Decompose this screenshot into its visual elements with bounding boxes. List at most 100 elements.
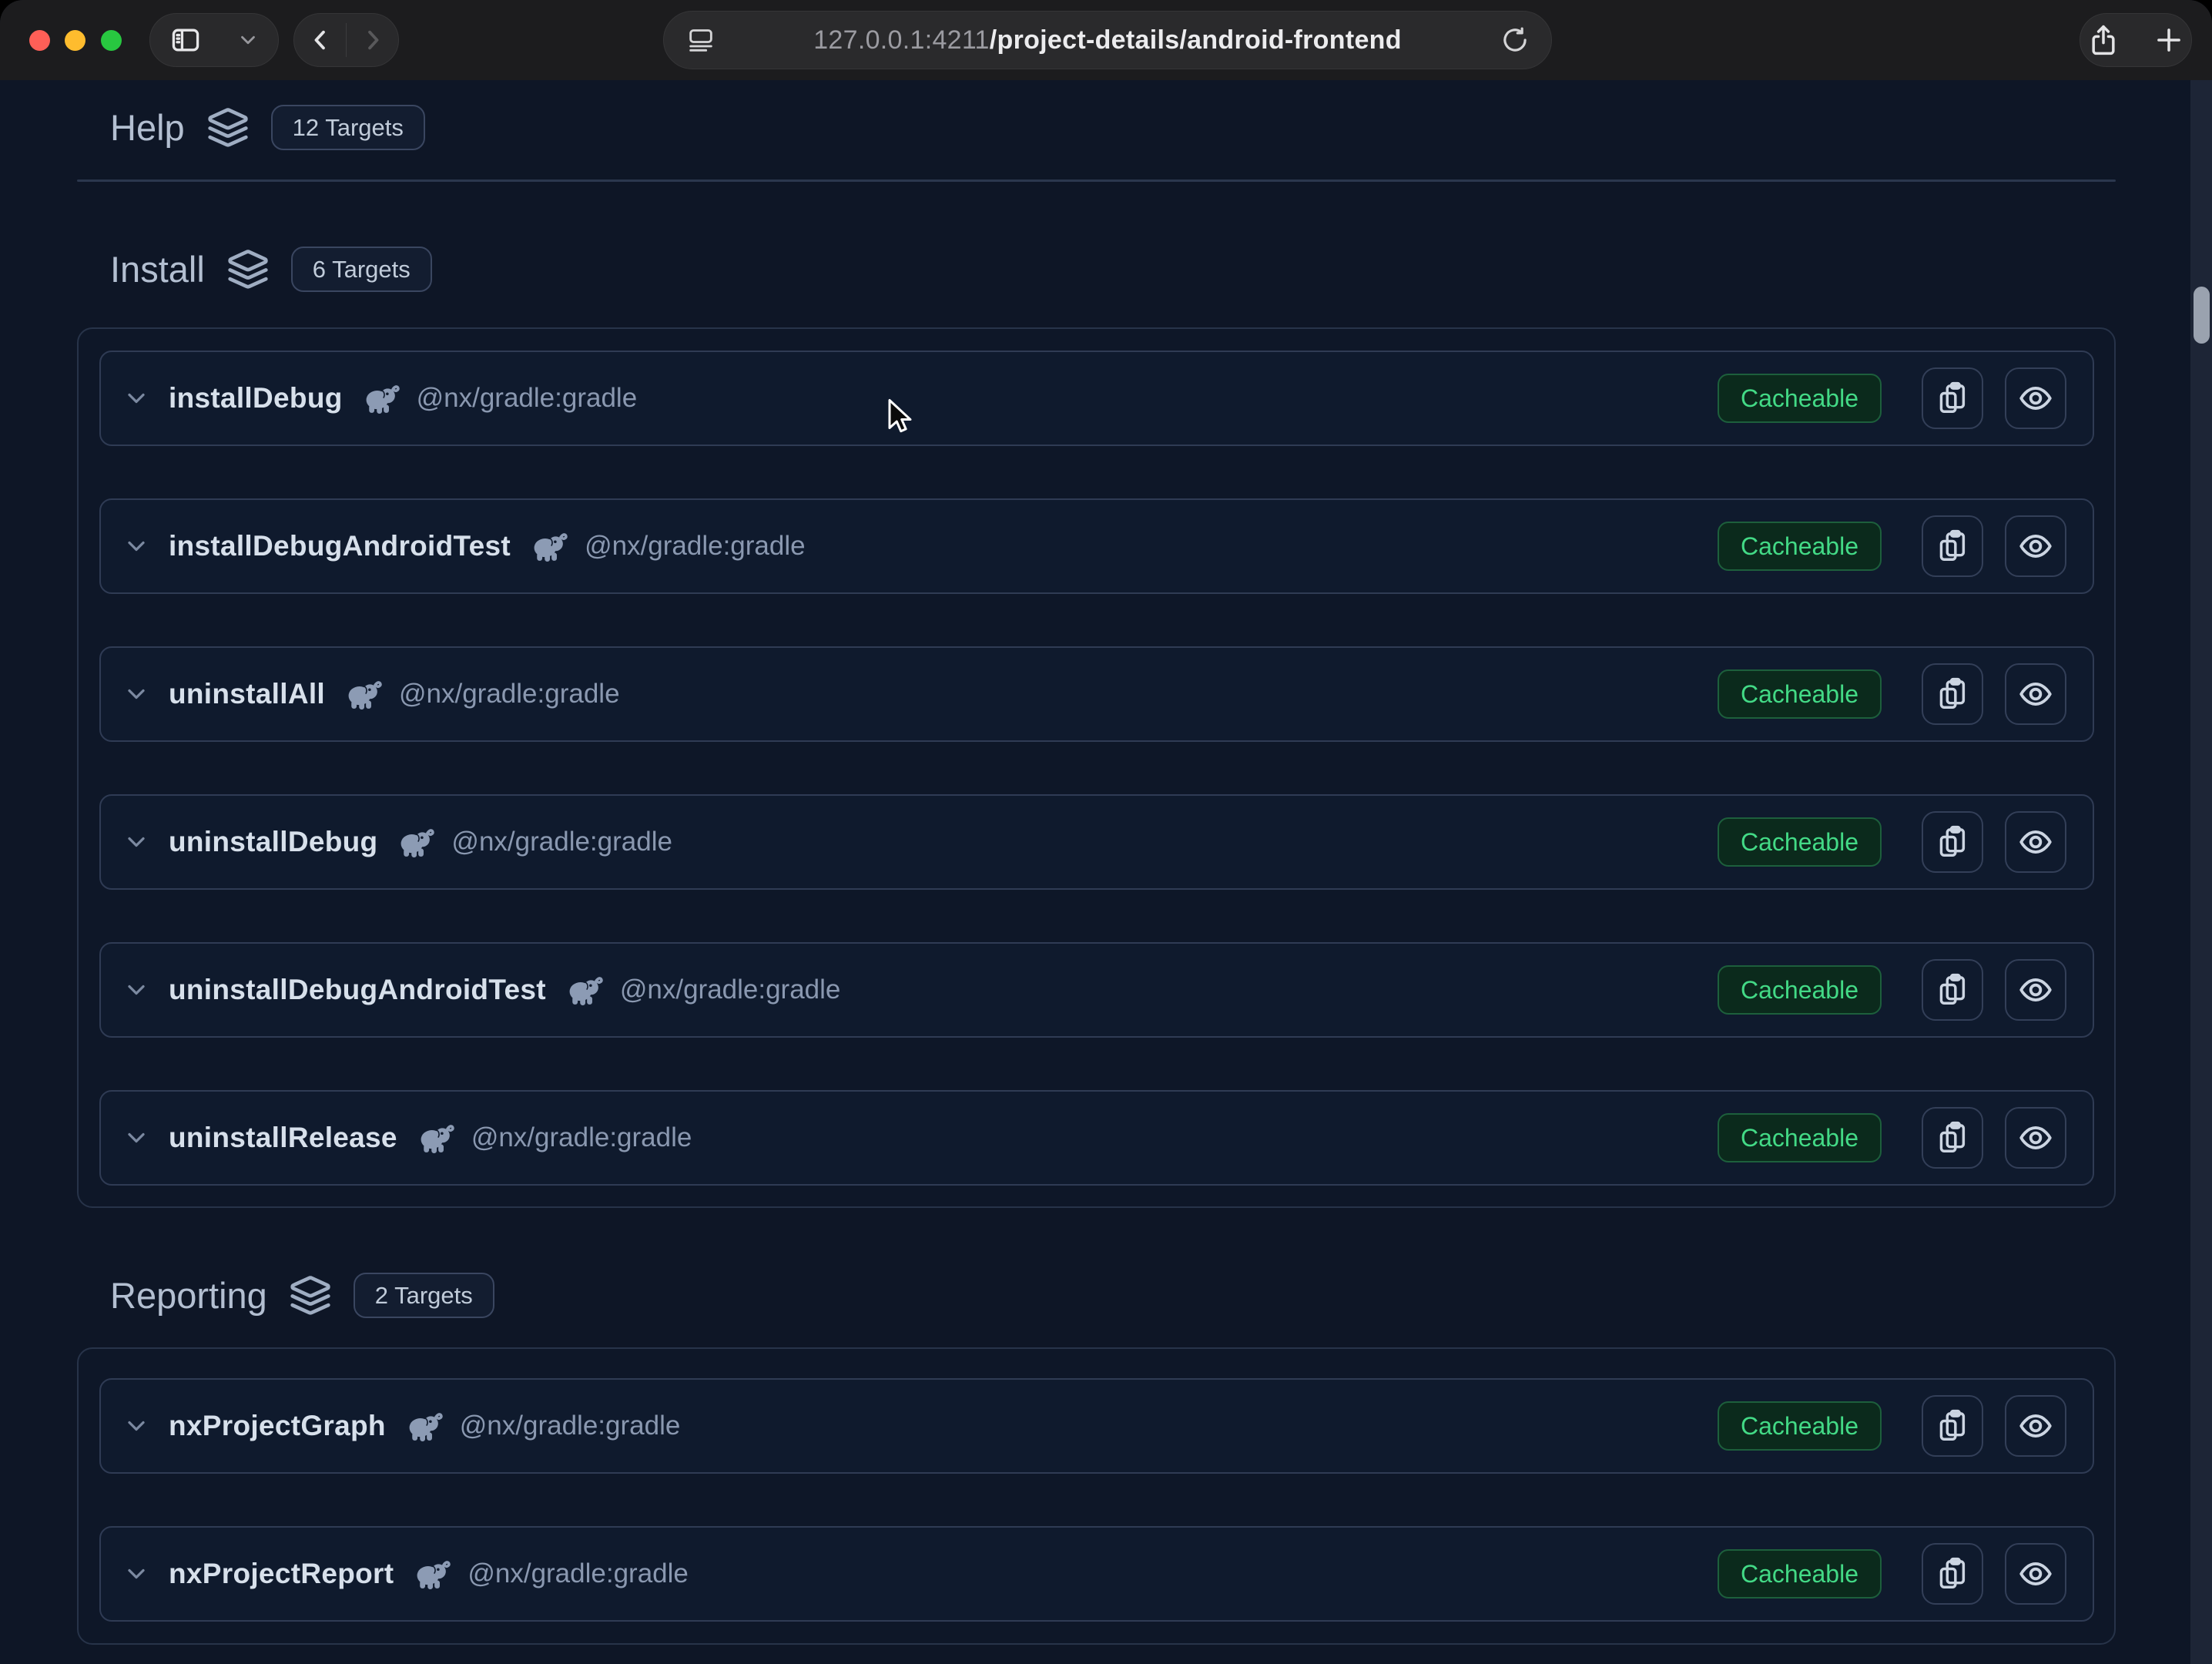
target-row-uninstallDebug[interactable]: uninstallDebug @nx/gradle:gradle Cacheab… xyxy=(99,794,2094,890)
target-name: nxProjectReport xyxy=(169,1558,394,1590)
minimize-window-button[interactable] xyxy=(65,30,85,51)
eye-icon xyxy=(2018,1120,2053,1156)
target-executor: @nx/gradle:gradle xyxy=(451,827,672,857)
view-target-button[interactable] xyxy=(2005,959,2066,1021)
targets-count-badge: 6 Targets xyxy=(291,247,432,292)
view-target-button[interactable] xyxy=(2005,663,2066,725)
back-button[interactable] xyxy=(294,14,346,66)
copy-command-button[interactable] xyxy=(1922,959,1983,1021)
view-target-button[interactable] xyxy=(2005,811,2066,873)
view-target-button[interactable] xyxy=(2005,1395,2066,1457)
section-title: Reporting xyxy=(110,1274,267,1317)
gradle-elephant-icon xyxy=(344,678,384,710)
cacheable-badge: Cacheable xyxy=(1718,374,1882,423)
url-text: 127.0.0.1:4211/project-details/android-f… xyxy=(813,25,1402,55)
share-icon[interactable] xyxy=(2086,23,2120,57)
copy-command-button[interactable] xyxy=(1922,811,1983,873)
target-executor: @nx/gradle:gradle xyxy=(417,383,638,414)
reload-icon[interactable] xyxy=(1500,25,1530,55)
layers-icon xyxy=(289,1274,332,1317)
cacheable-badge: Cacheable xyxy=(1718,1401,1882,1451)
cacheable-badge: Cacheable xyxy=(1718,965,1882,1015)
cacheable-badge: Cacheable xyxy=(1718,1113,1882,1162)
chevron-down-icon[interactable] xyxy=(122,1412,150,1440)
chevron-down-icon[interactable] xyxy=(122,1124,150,1152)
chevron-down-icon[interactable] xyxy=(122,680,150,708)
zoom-window-button[interactable] xyxy=(101,30,122,51)
copy-command-button[interactable] xyxy=(1922,367,1983,429)
cacheable-badge: Cacheable xyxy=(1718,669,1882,719)
section-title: Install xyxy=(110,248,205,290)
copy-icon xyxy=(1935,1556,1970,1592)
view-target-button[interactable] xyxy=(2005,1107,2066,1169)
target-name: uninstallDebug xyxy=(169,826,377,858)
target-name: uninstallAll xyxy=(169,678,325,710)
chevron-down-icon[interactable] xyxy=(122,976,150,1004)
forward-button[interactable] xyxy=(347,14,398,66)
copy-command-button[interactable] xyxy=(1922,1543,1983,1605)
cacheable-badge: Cacheable xyxy=(1718,522,1882,571)
view-target-button[interactable] xyxy=(2005,367,2066,429)
target-row-installDebugAndroidTest[interactable]: installDebugAndroidTest @nx/gradle:gradl… xyxy=(99,498,2094,594)
copy-icon xyxy=(1935,1408,1970,1444)
copy-command-button[interactable] xyxy=(1922,1395,1983,1457)
copy-command-button[interactable] xyxy=(1922,515,1983,577)
eye-icon xyxy=(2018,381,2053,416)
target-row-nxProjectGraph[interactable]: nxProjectGraph @nx/gradle:gradle Cacheab… xyxy=(99,1378,2094,1474)
copy-command-button[interactable] xyxy=(1922,1107,1983,1169)
sidebar-toggle-icon[interactable] xyxy=(169,23,203,57)
page-settings-icon[interactable] xyxy=(685,25,716,55)
nav-button-group xyxy=(293,13,399,67)
new-tab-icon[interactable] xyxy=(2153,24,2185,56)
layers-icon xyxy=(226,248,270,291)
help-group-bottom-border xyxy=(77,179,2116,182)
target-executor: @nx/gradle:gradle xyxy=(620,975,841,1005)
address-bar[interactable]: 127.0.0.1:4211/project-details/android-f… xyxy=(663,11,1552,69)
gradle-elephant-icon xyxy=(396,826,436,858)
chevron-down-icon[interactable] xyxy=(236,29,260,52)
reporting-targets-group: nxProjectGraph @nx/gradle:gradle Cacheab… xyxy=(77,1347,2116,1645)
safari-window: 127.0.0.1:4211/project-details/android-f… xyxy=(0,0,2212,1664)
chevron-down-icon[interactable] xyxy=(122,384,150,412)
close-window-button[interactable] xyxy=(29,30,50,51)
copy-icon xyxy=(1935,1120,1970,1156)
copy-icon xyxy=(1935,381,1970,416)
target-executor: @nx/gradle:gradle xyxy=(399,679,620,710)
target-executor: @nx/gradle:gradle xyxy=(468,1558,689,1589)
target-row-uninstallRelease[interactable]: uninstallRelease @nx/gradle:gradle Cache… xyxy=(99,1090,2094,1186)
install-targets-group: installDebug @nx/gradle:gradle Cacheable… xyxy=(77,327,2116,1208)
target-executor: @nx/gradle:gradle xyxy=(585,531,806,562)
section-heading-help: Help 12 Targets xyxy=(110,105,425,150)
targets-count-badge: 12 Targets xyxy=(271,105,425,150)
sidebar-toggle-group xyxy=(149,13,279,67)
gradle-elephant-icon xyxy=(416,1122,456,1154)
browser-toolbar: 127.0.0.1:4211/project-details/android-f… xyxy=(0,0,2212,80)
chevron-down-icon[interactable] xyxy=(122,532,150,560)
cacheable-badge: Cacheable xyxy=(1718,817,1882,867)
scrollbar-thumb[interactable] xyxy=(2194,287,2210,344)
target-row-nxProjectReport[interactable]: nxProjectReport @nx/gradle:gradle Cachea… xyxy=(99,1526,2094,1622)
target-name: uninstallRelease xyxy=(169,1122,397,1154)
section-title: Help xyxy=(110,106,185,149)
target-executor: @nx/gradle:gradle xyxy=(460,1411,681,1441)
eye-icon xyxy=(2018,1408,2053,1444)
copy-icon xyxy=(1935,528,1970,564)
copy-command-button[interactable] xyxy=(1922,663,1983,725)
back-icon xyxy=(306,25,335,55)
target-row-installDebug[interactable]: installDebug @nx/gradle:gradle Cacheable xyxy=(99,351,2094,446)
target-row-uninstallDebugAndroidTest[interactable]: uninstallDebugAndroidTest @nx/gradle:gra… xyxy=(99,942,2094,1038)
eye-icon xyxy=(2018,1556,2053,1592)
view-target-button[interactable] xyxy=(2005,1543,2066,1605)
target-row-uninstallAll[interactable]: uninstallAll @nx/gradle:gradle Cacheable xyxy=(99,646,2094,742)
cacheable-badge: Cacheable xyxy=(1718,1549,1882,1599)
chevron-down-icon[interactable] xyxy=(122,1560,150,1588)
eye-icon xyxy=(2018,824,2053,860)
section-heading-install: Install 6 Targets xyxy=(110,247,432,292)
chevron-down-icon[interactable] xyxy=(122,828,150,856)
eye-icon xyxy=(2018,528,2053,564)
gradle-elephant-icon xyxy=(361,382,401,414)
view-target-button[interactable] xyxy=(2005,515,2066,577)
gradle-elephant-icon xyxy=(529,530,569,562)
targets-count-badge: 2 Targets xyxy=(354,1273,494,1318)
section-heading-reporting: Reporting 2 Targets xyxy=(110,1273,494,1318)
